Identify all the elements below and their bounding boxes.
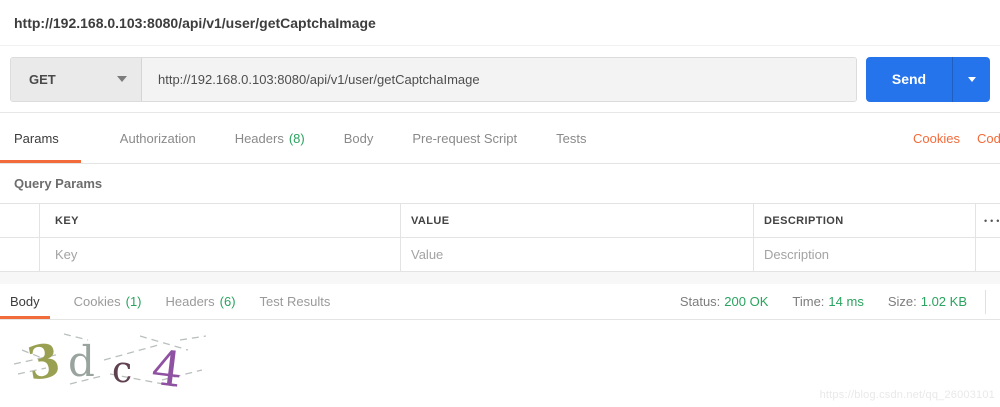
- value-input[interactable]: [411, 247, 753, 262]
- tab-count-badge: (8): [288, 130, 305, 146]
- size-badge: Size: 1.02 KB: [888, 294, 967, 309]
- tab-label: Cookies: [73, 294, 121, 309]
- cookies-link[interactable]: Cookies: [913, 131, 960, 146]
- time-value: 14 ms: [828, 294, 864, 309]
- tab-label: Authorization: [119, 130, 196, 146]
- send-button[interactable]: Send: [866, 56, 952, 102]
- tab-label: Tests: [556, 130, 587, 146]
- code-link[interactable]: Code: [977, 131, 1000, 146]
- tab-links: Cookies Code: [913, 113, 1000, 163]
- row-actions-cell: [976, 238, 1000, 271]
- tab-label: Params: [14, 130, 59, 146]
- column-header-value: VALUE: [411, 214, 450, 227]
- chevron-down-icon: [967, 76, 976, 82]
- status-value: 200 OK: [724, 294, 769, 309]
- tab-authorization[interactable]: Authorization: [120, 113, 196, 163]
- column-header-key: KEY: [55, 214, 79, 227]
- response-tab-headers[interactable]: Headers (6): [166, 284, 236, 319]
- status-label: Status:: [679, 294, 721, 309]
- request-tabs: Params Authorization Headers (8) Body Pr…: [0, 113, 1000, 164]
- params-table: KEY VALUE DESCRIPTION •••: [0, 203, 1000, 272]
- send-group: Send: [866, 56, 990, 102]
- captcha-char-2: d: [68, 337, 95, 386]
- params-options-icon[interactable]: •••: [976, 216, 1000, 226]
- response-body: 3 d c 4 https://blog.csdn.net/qq_2600310…: [0, 320, 1000, 407]
- captcha-char-1: 3: [23, 332, 64, 391]
- query-params-header: Query Params: [0, 164, 1000, 203]
- tab-label: Pre-request Script: [412, 130, 518, 146]
- response-tab-body[interactable]: Body: [0, 284, 50, 319]
- meta-divider: [985, 289, 986, 314]
- time-badge: Time: 14 ms: [792, 294, 863, 309]
- url-input[interactable]: [142, 57, 856, 101]
- tab-count-badge: (1): [125, 294, 142, 309]
- status-badge: Status: 200 OK: [680, 294, 769, 309]
- response-tabs: Body Cookies (1) Headers (6) Test Result…: [0, 284, 1000, 320]
- tab-pre-request-script[interactable]: Pre-request Script: [412, 113, 517, 163]
- description-input[interactable]: [764, 247, 975, 262]
- request-bar: GET Send: [0, 46, 1000, 113]
- time-label: Time:: [792, 294, 825, 309]
- row-select-cell: [0, 238, 40, 271]
- method-label: GET: [29, 71, 56, 87]
- captcha-char-3: c: [112, 350, 132, 391]
- request-title-bar: http://192.168.0.103:8080/api/v1/user/ge…: [0, 0, 1000, 46]
- tab-label: Headers: [234, 130, 284, 146]
- url-group: GET: [10, 56, 857, 102]
- pane-splitter[interactable]: [0, 272, 1000, 284]
- tab-label: Headers: [165, 294, 215, 309]
- response-meta: Status: 200 OK Time: 14 ms Size: 1.02 KB: [656, 284, 1000, 319]
- tab-tests[interactable]: Tests: [556, 113, 586, 163]
- tab-headers[interactable]: Headers (8): [235, 113, 305, 163]
- tab-params[interactable]: Params: [0, 113, 81, 163]
- query-params-title: Query Params: [14, 176, 103, 191]
- tab-count-badge: (6): [219, 294, 236, 309]
- tab-label: Body: [10, 294, 40, 309]
- chevron-down-icon: [117, 76, 127, 82]
- params-table-row: [0, 238, 1000, 272]
- params-table-header-row: KEY VALUE DESCRIPTION •••: [0, 204, 1000, 238]
- row-select-cell: [0, 204, 40, 237]
- response-tab-cookies[interactable]: Cookies (1): [74, 284, 142, 319]
- watermark: https://blog.csdn.net/qq_26003101: [819, 389, 995, 401]
- tab-body[interactable]: Body: [344, 113, 374, 163]
- size-label: Size:: [887, 294, 917, 309]
- captcha-image: 3 d c 4: [13, 332, 207, 396]
- key-input[interactable]: [55, 247, 400, 262]
- request-title: http://192.168.0.103:8080/api/v1/user/ge…: [14, 14, 376, 31]
- tab-label: Test Results: [259, 294, 331, 309]
- send-options-button[interactable]: [952, 56, 990, 102]
- method-select[interactable]: GET: [11, 57, 142, 101]
- size-value: 1.02 KB: [920, 294, 967, 309]
- response-tab-test-results[interactable]: Test Results: [260, 284, 331, 319]
- captcha-char-4: 4: [149, 340, 186, 396]
- column-header-description: DESCRIPTION: [764, 214, 844, 227]
- tab-label: Body: [343, 130, 374, 146]
